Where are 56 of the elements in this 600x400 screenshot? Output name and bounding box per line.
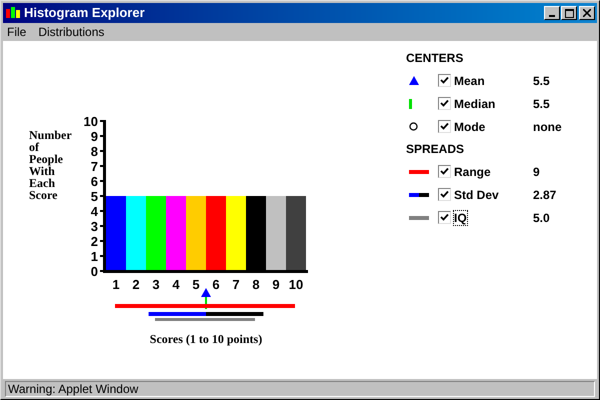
axis-title: Number of People With Each Score (29, 128, 72, 202)
value-text: 9 (533, 164, 540, 180)
maximize-button[interactable] (561, 6, 577, 20)
tick-label: 10 (288, 277, 304, 292)
triangle-icon (409, 76, 419, 85)
value-text: 5.5 (533, 72, 550, 90)
tick-label: 5 (192, 277, 200, 292)
tick-label: 6 (90, 174, 98, 189)
menu-item[interactable]: Distributions (38, 23, 104, 41)
checkbox[interactable] (438, 188, 451, 201)
tick-label: 9 (90, 129, 98, 144)
tick-label: 10 (84, 114, 98, 129)
tick-label: 4 (90, 204, 98, 219)
value-text: none (533, 118, 562, 136)
axis-title: Scores (1 to 10 points) (150, 332, 262, 346)
status-bar: Warning: Applet Window (5, 381, 595, 397)
tick-label: 2 (132, 277, 140, 292)
tick-label: 6 (212, 277, 220, 292)
tick-label: 3 (90, 219, 98, 234)
checkbox-label[interactable]: Std Dev (453, 186, 533, 204)
checkbox[interactable] (438, 97, 451, 110)
tick-label: 4 (172, 277, 180, 292)
tick-label: 7 (232, 277, 240, 292)
maximize-icon (564, 8, 574, 18)
tick-label: 5 (90, 189, 98, 204)
checkbox[interactable] (438, 74, 451, 87)
value-text: 5.5 (533, 96, 550, 112)
close-button[interactable] (579, 6, 595, 20)
line-icon (409, 192, 429, 196)
tick-label: 3 (152, 277, 160, 292)
checkbox[interactable] (438, 211, 451, 224)
tick-label: 1 (90, 249, 98, 264)
value-text: 2.87 (533, 186, 556, 204)
tick-label: 7 (90, 159, 98, 174)
window-title: Histogram Explorer (24, 4, 145, 22)
tick-label: 9 (272, 277, 280, 292)
circle-icon (409, 122, 418, 131)
minimize-button[interactable] (544, 6, 560, 20)
checkbox-label[interactable]: Mean (453, 72, 533, 90)
tick-label: 8 (252, 277, 260, 292)
tick-label: 2 (90, 234, 98, 249)
section-heading: SPREADS (406, 141, 466, 158)
app-icon (5, 6, 21, 20)
checkbox-label[interactable]: IQ (453, 208, 533, 226)
tick-label: 0 (90, 264, 98, 279)
menu-item[interactable]: File (7, 23, 26, 41)
checkbox[interactable] (438, 120, 451, 133)
checkbox-label[interactable]: Mode (453, 118, 533, 136)
tick-label: 1 (112, 277, 120, 292)
section-heading: CENTERS (406, 50, 464, 67)
checkbox[interactable] (438, 165, 451, 178)
checkbox-label[interactable]: Median (453, 94, 533, 112)
tick-label: 8 (90, 144, 98, 159)
value-text: 5.0 (533, 210, 550, 226)
close-icon (583, 9, 591, 17)
checkbox-label[interactable]: Range (453, 162, 533, 180)
